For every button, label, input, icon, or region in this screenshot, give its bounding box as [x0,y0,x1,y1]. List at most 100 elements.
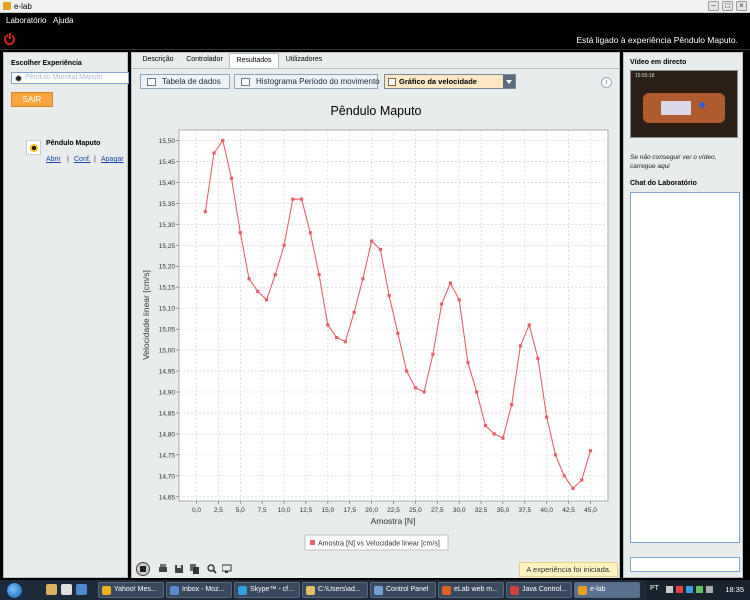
x-tick-label: 42,5 [562,507,575,514]
data-point [361,277,365,281]
chat-log[interactable] [630,192,740,543]
tray-volume-icon[interactable] [706,586,713,593]
data-point [580,478,584,482]
clock[interactable]: 18:35 [725,585,744,594]
connection-bar: Está ligado à experiência Pêndulo Maputo… [0,29,750,50]
info-icon[interactable]: i [601,77,612,88]
tray-arrow-icon[interactable] [666,586,673,593]
x-axis-label: Amostra [N] [371,516,416,526]
data-point [326,323,330,327]
desktop-quicklaunch-icon[interactable] [76,584,87,595]
data-point [203,210,207,214]
chart-view-select[interactable]: Gráfico da velocidade [384,74,516,89]
explorer-quicklaunch-icon[interactable] [46,584,57,595]
y-axis-ticks: 14,65 14,70 14,75 14,80 14,85 14,90 14,95 15,00… [159,138,179,501]
task-elab-web[interactable]: eLab web m... [438,582,504,598]
x-tick-label: 25,0 [409,507,422,514]
task-skype[interactable]: Skype™ - cf... [234,582,300,598]
tray-skype-icon[interactable] [686,586,693,593]
data-point [405,369,409,373]
y-tick-label: 14,70 [159,473,176,480]
x-tick-label: 10,0 [278,507,291,514]
fit-icon[interactable] [221,564,232,574]
task-java-control[interactable]: Java Control... [506,582,572,598]
data-point [457,298,461,302]
x-tick-label: 2,5 [214,507,223,514]
tray-java-icon[interactable] [676,586,683,593]
video-chat-panel: Vídeo em directo 15:55:18 Se não consegu… [623,52,743,578]
experiment-status: A experiência foi iniciada. [519,562,618,577]
chat-input[interactable] [630,557,740,572]
data-point [229,176,234,180]
table-icon [147,78,156,86]
tab-utilizadores[interactable]: Utilizadores [280,53,328,68]
data-point [299,197,304,201]
data-table-button[interactable]: Tabela de dados [140,74,230,89]
menu-laboratorio[interactable]: Laboratório [6,16,46,25]
task-control-panel[interactable]: Control Panel [370,582,436,598]
config-link[interactable]: Conf. [74,156,91,163]
task-label: e-lab [590,586,606,593]
power-icon[interactable] [4,32,15,45]
data-point [422,390,426,394]
start-button[interactable] [2,581,42,599]
task-elab[interactable]: e-lab [574,582,640,598]
task-inbox[interactable]: Inbox - Moz... [166,582,232,598]
data-point [527,323,531,327]
x-tick-label: 45,0 [584,507,597,514]
task-explorer[interactable]: C:\Users\ad... [302,582,368,598]
menu-bar: Laboratório Ajuda [0,13,750,29]
data-point [291,197,295,201]
pendulum-icon [26,140,41,155]
data-point [413,386,417,390]
x-tick-label: 17,5 [343,507,356,514]
tab-controlador[interactable]: Controlador [181,53,228,68]
experiment-name: Pêndulo Maputo [46,140,101,147]
data-point [334,335,339,340]
data-point [212,151,216,155]
minimize-button[interactable]: – [708,1,719,11]
exit-button[interactable]: SAIR [11,92,53,107]
y-tick-label: 14,75 [159,452,176,459]
y-tick-label: 15,00 [159,348,176,355]
legend-label: Amostra [N] vs Velocidade linear [cm/s] [318,541,440,548]
y-tick-label: 15,50 [159,138,176,145]
open-link[interactable]: Abrir [46,156,61,163]
language-indicator[interactable]: PT [650,585,659,592]
data-table-label: Tabela de dados [162,77,221,86]
tray-network-icon[interactable] [696,586,703,593]
results-panel: Descrição Controlador Resultados Utiliza… [131,52,620,578]
sidebar-title: Escolher Experiência [11,60,82,67]
stop-button[interactable] [136,562,150,576]
maximize-button[interactable]: □ [722,1,733,11]
experiment-search-input[interactable]: Pêndulo Mundial Maputo [11,72,129,84]
x-tick-label: 12,5 [300,507,313,514]
data-point [466,361,470,365]
delete-link[interactable]: Apagar [101,156,124,163]
zoom-icon[interactable] [207,564,217,574]
print-icon[interactable] [158,564,168,574]
y-tick-label: 14,80 [159,431,176,438]
data-point [562,474,566,478]
live-video[interactable]: 15:55:18 [630,70,738,138]
save-icon[interactable] [174,564,184,574]
connection-message: Está ligado à experiência Pêndulo Maputo… [576,35,738,45]
data-point [264,298,269,302]
task-yahoo[interactable]: Yahoo! Mes... [98,582,164,598]
data-point [518,344,523,348]
histogram-button[interactable]: Histograma Período do movimento [234,74,380,89]
task-label: Control Panel [386,586,429,593]
tab-resultados[interactable]: Resultados [229,53,279,68]
y-tick-label: 15,35 [159,201,176,208]
window-title: e-lab [14,2,32,11]
x-tick-label: 32,5 [475,507,488,514]
video-help-link[interactable]: Se não conseguir ver o vídeo, carregue a… [630,153,734,171]
media-quicklaunch-icon[interactable] [61,584,72,595]
tab-descricao[interactable]: Descrição [136,53,180,68]
menu-ajuda[interactable]: Ajuda [53,16,73,25]
copy-icon[interactable] [190,564,200,574]
close-button[interactable]: × [736,1,747,11]
data-point [492,432,496,436]
data-point [431,352,435,356]
chevron-down-icon[interactable] [503,75,515,88]
